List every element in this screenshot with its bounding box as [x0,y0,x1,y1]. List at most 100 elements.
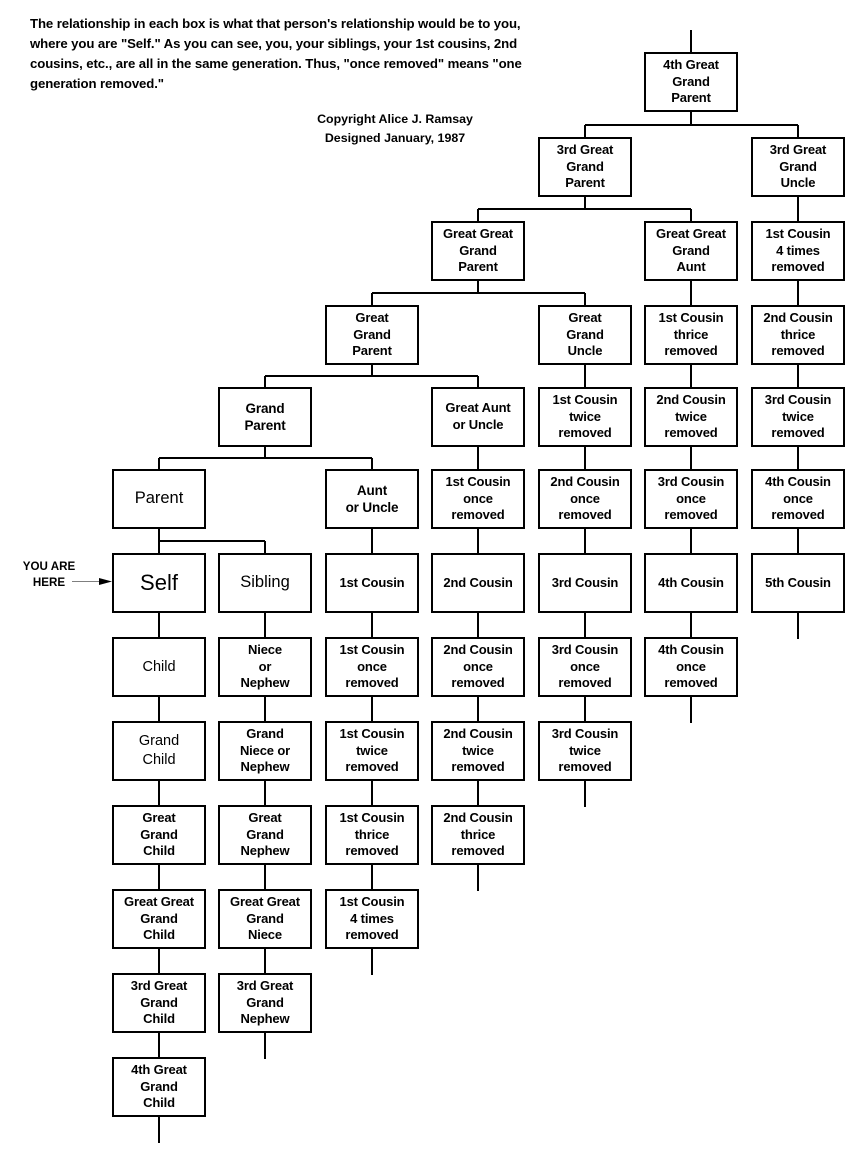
relationship-label: 1st Cousin twice removed [339,726,405,775]
connector-line [584,124,586,137]
connector-line [371,293,373,305]
relationship-box: 2nd Cousin once removed [431,637,525,697]
relationship-label: 3rd Great Grand Child [130,978,188,1027]
connector-line [265,375,478,377]
connector-line [584,781,586,807]
connector-line [477,376,479,387]
connector-line [584,447,586,469]
connector-line [158,613,160,637]
relationship-box: 4th Great Grand Child [112,1057,206,1117]
relationship-label: 2nd Cousin twice removed [443,726,513,775]
relationship-label: 2nd Cousin once removed [443,642,513,691]
relationship-label: Aunt or Uncle [345,482,399,515]
relationship-label: 1st Cousin twice removed [552,392,618,441]
relationship-box: 1st Cousin twice removed [325,721,419,781]
connector-line [371,697,373,721]
relationship-label: 3rd Cousin once removed [551,642,619,691]
relationship-box: 2nd Cousin thrice removed [751,305,845,365]
relationship-label: Grand Parent [244,400,286,433]
connector-line [264,865,266,889]
relationship-box: 1st Cousin [325,553,419,613]
relationship-box: 1st Cousin thrice removed [644,305,738,365]
connector-line [158,1033,160,1057]
relationship-box: 3rd Great Grand Parent [538,137,632,197]
relationship-label: 3rd Great Grand Parent [556,142,614,191]
connector-line [477,447,479,469]
relationship-box: 2nd Cousin thrice removed [431,805,525,865]
connector-line [158,781,160,805]
connector-line [584,529,586,553]
connector-line [372,292,585,294]
relationship-label: 4th Cousin once removed [765,474,831,523]
relationship-box: Great Grand Uncle [538,305,632,365]
connector-line [264,1033,266,1059]
relationship-label: Grand Niece or Nephew [239,726,291,775]
relationship-label: 4th Cousin [658,574,724,590]
relationship-label: Grand Child [138,733,180,768]
relationship-box: 3rd Cousin twice removed [538,721,632,781]
relationship-label: Great Grand Parent [352,310,392,359]
connector-line [797,281,799,305]
relationship-box: 2nd Cousin once removed [538,469,632,529]
connector-line [584,697,586,721]
connector-line [264,376,266,387]
relationship-box: 2nd Cousin twice removed [644,387,738,447]
connector-line [477,781,479,805]
relationship-box: Grand Child [112,721,206,781]
connector-line [690,30,692,52]
relationship-label: 2nd Cousin twice removed [656,392,726,441]
relationship-label: 2nd Cousin [443,574,513,590]
relationship-label: 1st Cousin thrice removed [339,810,405,859]
relationship-label: 3rd Great Grand Nephew [236,978,294,1027]
relationship-label: 1st Cousin thrice removed [658,310,724,359]
relationship-label: Sibling [240,573,290,592]
relationship-label: 1st Cousin [339,574,405,590]
connector-line [264,781,266,805]
relationship-box: Parent [112,469,206,529]
relationship-box: 1st Cousin once removed [431,469,525,529]
relationship-box: 4th Cousin once removed [751,469,845,529]
connector-line [158,697,160,721]
right-arrow-icon [72,578,112,585]
relationship-box: 3rd Great Grand Uncle [751,137,845,197]
relationship-box: 3rd Great Grand Nephew [218,973,312,1033]
connector-line [797,124,799,137]
connector-line [371,949,373,975]
relationship-box: 2nd Cousin [431,553,525,613]
relationship-box: Great Great Grand Aunt [644,221,738,281]
relationship-box: 3rd Cousin once removed [538,637,632,697]
relationship-box: Grand Niece or Nephew [218,721,312,781]
relationship-label: Self [140,569,178,595]
relationship-label: 4th Cousin once removed [658,642,724,691]
relationship-label: Great Grand Uncle [566,310,604,359]
relationship-box: Great Aunt or Uncle [431,387,525,447]
relationship-label: 2nd Cousin thrice removed [443,810,513,859]
connector-line [797,197,799,221]
relationship-label: Niece or Nephew [240,642,290,691]
relationship-box: 4th Cousin once removed [644,637,738,697]
relationship-label: 1st Cousin 4 times removed [339,894,405,943]
relationship-box: 1st Cousin twice removed [538,387,632,447]
connector-line [690,281,692,305]
connector-line [159,457,372,459]
relationship-label: Great Great Grand Niece [230,894,300,943]
connector-line [690,365,692,387]
connector-line [477,613,479,637]
relationship-box: 3rd Cousin [538,553,632,613]
intro-text: The relationship in each box is what tha… [30,16,522,92]
connector-line [371,458,373,469]
connector-line [158,1117,160,1143]
connector-line [264,949,266,973]
relationship-label: 4th Great Grand Parent [663,57,719,106]
relationship-box: 1st Cousin 4 times removed [751,221,845,281]
connector-line [478,208,691,210]
relationship-box: Child [112,637,206,697]
relationship-box: Niece or Nephew [218,637,312,697]
connector-line [584,613,586,637]
relationship-label: 3rd Cousin twice removed [551,726,619,775]
relationship-label: Great Grand Child [140,810,178,859]
intro-paragraph: The relationship in each box is what tha… [30,14,550,94]
connector-line [690,529,692,553]
relationship-label: Great Great Grand Aunt [656,226,726,275]
relationship-box: 2nd Cousin twice removed [431,721,525,781]
